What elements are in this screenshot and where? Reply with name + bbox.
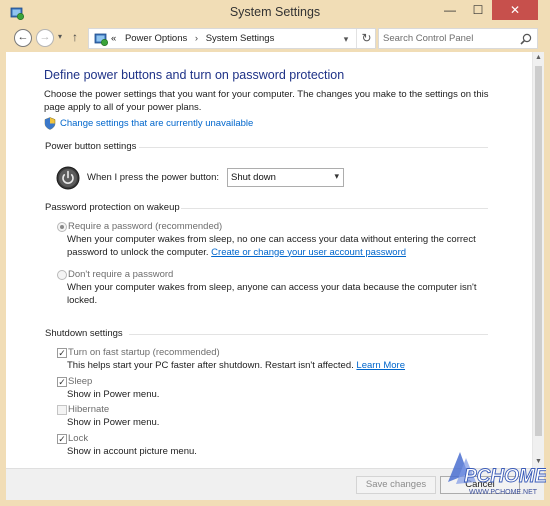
- no-password-label: Don't require a password: [68, 269, 174, 280]
- forward-button[interactable]: →: [36, 29, 54, 47]
- back-button[interactable]: ←: [14, 29, 32, 47]
- change-unavailable-settings-link[interactable]: Change settings that are currently unava…: [60, 118, 253, 129]
- password-group-title: Password protection on wakeup: [45, 202, 180, 213]
- title-bar: System Settings — ☐ ✕: [0, 0, 550, 25]
- fast-startup-desc: This helps start your PC faster after sh…: [67, 360, 405, 373]
- refresh-button[interactable]: ↻: [356, 29, 376, 48]
- group-divider: [139, 147, 488, 148]
- vertical-scrollbar[interactable]: ▲ ▼: [532, 52, 544, 468]
- no-password-radio[interactable]: [57, 270, 67, 280]
- maximize-button[interactable]: ☐: [465, 0, 491, 20]
- search-input[interactable]: [383, 31, 513, 46]
- watermark-site: WWW.PCHOME.NET: [469, 489, 538, 496]
- chevron-down-icon: ▾: [334, 171, 339, 181]
- search-box[interactable]: [378, 28, 538, 49]
- page-title: Define power buttons and turn on passwor…: [44, 68, 345, 82]
- close-button[interactable]: ✕: [492, 0, 538, 20]
- pchome-watermark-logo: PCHOME WWW.PCHOME.NET: [448, 452, 546, 496]
- hibernate-desc: Show in Power menu.: [67, 417, 160, 428]
- save-changes-button[interactable]: Save changes: [356, 476, 436, 494]
- watermark-brand: PCHOME: [464, 466, 546, 487]
- no-password-desc: When your computer wakes from sleep, any…: [67, 282, 477, 306]
- require-password-desc: When your computer wakes from sleep, no …: [67, 234, 477, 259]
- control-panel-icon: [94, 33, 109, 47]
- lock-checkbox[interactable]: ✓: [57, 434, 67, 444]
- main-content: Define power buttons and turn on passwor…: [6, 52, 538, 468]
- shutdown-group-title: Shutdown settings: [45, 328, 123, 339]
- recent-locations-chevron-icon[interactable]: ▾: [58, 32, 62, 41]
- sleep-desc: Show in Power menu.: [67, 389, 160, 400]
- hibernate-label: Hibernate: [68, 404, 110, 415]
- power-button-action-select[interactable]: Shut down ▾: [227, 168, 344, 187]
- breadcrumb-system-settings[interactable]: System Settings: [206, 33, 275, 44]
- group-divider: [181, 208, 488, 209]
- page-intro: Choose the power settings that you want …: [44, 89, 489, 113]
- address-dropdown-icon[interactable]: ▾: [338, 31, 354, 47]
- create-password-link[interactable]: Create or change your user account passw…: [211, 247, 406, 258]
- breadcrumb-trail: « Power Options › System Settings: [111, 33, 274, 44]
- hibernate-checkbox[interactable]: [57, 405, 67, 415]
- lock-label: Lock: [68, 433, 89, 444]
- fast-startup-checkbox[interactable]: ✓: [57, 348, 67, 358]
- minimize-button[interactable]: —: [437, 0, 463, 20]
- system-settings-window: System Settings — ☐ ✕ ← → ▾ ↑ « Power Op…: [0, 0, 550, 506]
- breadcrumb[interactable]: « Power Options › System Settings ▾ ↻: [88, 28, 376, 49]
- breadcrumb-power-options[interactable]: Power Options: [125, 33, 187, 44]
- power-icon: [56, 166, 80, 190]
- sleep-checkbox[interactable]: ✓: [57, 377, 67, 387]
- scroll-up-arrow-icon[interactable]: ▲: [533, 52, 544, 64]
- address-bar: ← → ▾ ↑ « Power Options › System Setting…: [6, 25, 544, 52]
- search-icon[interactable]: [520, 33, 532, 45]
- learn-more-link[interactable]: Learn More: [356, 360, 405, 371]
- require-password-radio[interactable]: [57, 222, 67, 232]
- power-button-group-title: Power button settings: [45, 141, 137, 152]
- lock-desc: Show in account picture menu.: [67, 446, 197, 457]
- breadcrumb-separator-icon[interactable]: ›: [195, 33, 198, 44]
- up-arrow-button[interactable]: ↑: [72, 30, 78, 44]
- group-divider: [129, 334, 488, 335]
- window-frame-right: [544, 0, 550, 506]
- require-password-label: Require a password (recommended): [68, 221, 223, 232]
- window-frame-left: [0, 0, 6, 506]
- power-button-label: When I press the power button:: [87, 172, 220, 183]
- fast-startup-desc-text: This helps start your PC faster after sh…: [67, 360, 354, 371]
- breadcrumb-overflow-icon[interactable]: «: [111, 33, 116, 44]
- sleep-label: Sleep: [68, 376, 93, 387]
- fast-startup-label: Turn on fast startup (recommended): [68, 347, 220, 358]
- shield-icon: [44, 117, 56, 130]
- power-button-action-value: Shut down: [231, 172, 276, 183]
- scroll-thumb[interactable]: [535, 66, 542, 436]
